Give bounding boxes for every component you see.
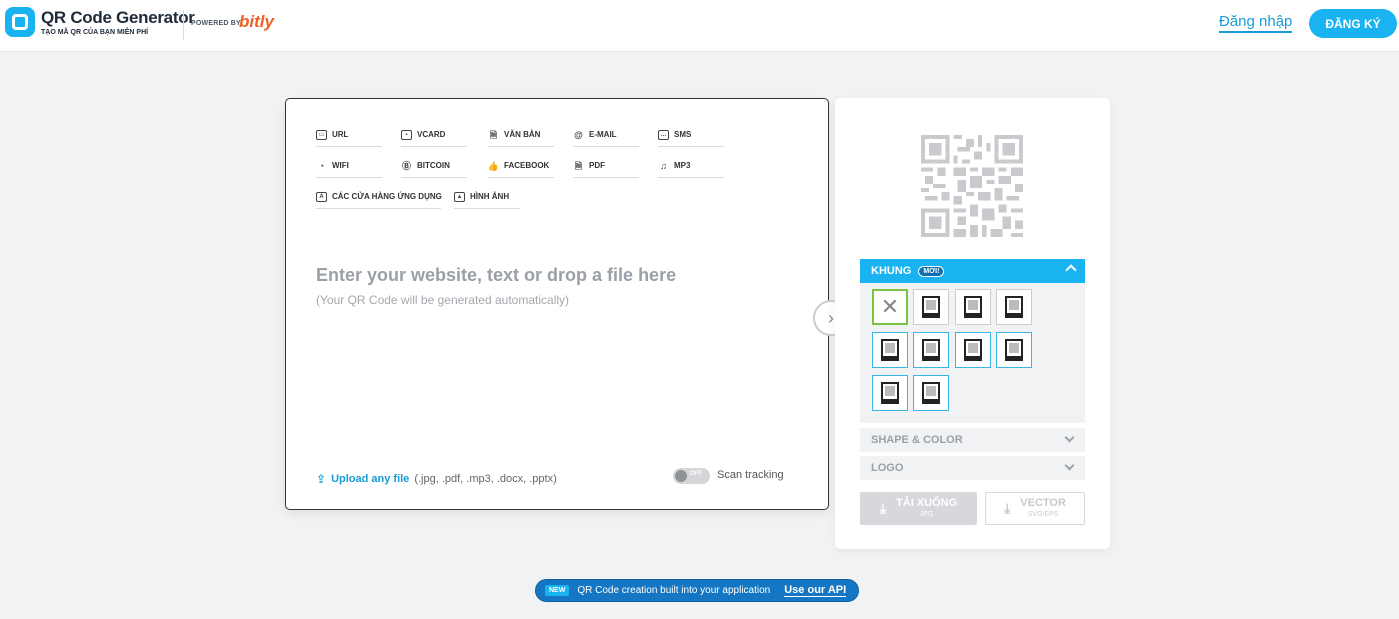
frame-thumbnail-icon: [964, 296, 982, 318]
brand-divider: [183, 10, 184, 40]
chevron-down-icon: [1064, 432, 1075, 443]
tab-sms[interactable]: … SMS: [658, 130, 724, 147]
frame-thumbnail-icon: [881, 339, 899, 361]
frame-thumbnail-icon: [1005, 339, 1023, 361]
top-navigation: QR Code Generator TẠO MÃ QR CỦA BẠN MIỄN…: [0, 0, 1399, 52]
input-heading[interactable]: Enter your website, text or drop a file …: [316, 265, 676, 286]
frame-option[interactable]: [955, 332, 991, 368]
pdf-icon: 🗎: [574, 161, 583, 171]
tab-images[interactable]: ▲ HÌNH ẢNH: [454, 192, 520, 209]
tab-app-stores[interactable]: A CÁC CỬA HÀNG ỨNG DỤNG: [316, 192, 442, 209]
powered-by-label: POWERED BY: [191, 20, 241, 27]
upload-icon: ⇪: [316, 472, 327, 486]
tab-bitcoin[interactable]: Ⓑ BITCOIN: [401, 161, 467, 178]
frame-option[interactable]: [996, 289, 1032, 325]
frame-section-header[interactable]: KHUNG MỚI!: [860, 259, 1085, 283]
api-message: QR Code creation built into your applica…: [577, 585, 771, 596]
frame-thumbnail-icon: [964, 339, 982, 361]
api-link[interactable]: Use our API: [784, 584, 847, 597]
upload-file-link[interactable]: ⇪ Upload any file (.jpg, .pdf, .mp3, .do…: [316, 472, 557, 486]
text-icon: 🗎: [489, 130, 498, 140]
frame-options: ✕: [860, 283, 1085, 423]
bitly-logo[interactable]: bitly: [239, 12, 274, 32]
vector-format: SVG/EPS: [1027, 510, 1059, 518]
sms-icon: …: [658, 130, 669, 140]
tab-vcard[interactable]: ▪ VCARD: [401, 130, 467, 147]
chevron-down-icon: [1064, 460, 1075, 471]
wifi-icon: ◔: [318, 161, 325, 171]
customize-panel: KHUNG MỚI! ✕ SHAPE & COLOR LOGO ⤓ TẢI XU…: [835, 98, 1110, 549]
frame-option[interactable]: [913, 332, 949, 368]
api-banner[interactable]: NEW QR Code creation built into your app…: [535, 579, 859, 602]
download-icon: ⤓: [879, 500, 887, 516]
frame-option[interactable]: [913, 375, 949, 411]
qr-preview: [921, 135, 1023, 237]
tab-url[interactable]: ▭ URL: [316, 130, 382, 147]
upload-label[interactable]: Upload any file: [331, 473, 409, 485]
shape-color-label: SHAPE & COLOR: [871, 434, 963, 446]
frame-thumbnail-icon: [922, 296, 940, 318]
download-format: JPG: [919, 510, 934, 518]
new-badge: MỚI!: [918, 265, 945, 277]
frame-thumbnail-icon: [881, 382, 899, 404]
logo-section[interactable]: LOGO: [860, 456, 1085, 480]
mp3-icon: ♫: [660, 161, 667, 171]
tab-wifi[interactable]: ◔ WIFI: [316, 161, 382, 178]
login-link[interactable]: Đăng nhập: [1219, 13, 1293, 33]
scan-tracking-toggle[interactable]: OFF: [673, 468, 710, 484]
app-store-icon: A: [316, 192, 327, 202]
frame-option[interactable]: [872, 332, 908, 368]
qr-logo-icon[interactable]: [5, 7, 35, 37]
download-label: TẢI XUỐNG: [896, 496, 958, 509]
tab-pdf[interactable]: 🗎 PDF: [573, 161, 639, 178]
email-icon: @: [574, 130, 583, 140]
upload-types: (.jpg, .pdf, .mp3, .docx, .pptx): [414, 473, 557, 485]
facebook-icon: 👍: [487, 161, 500, 171]
tab-facebook[interactable]: 👍 FACEBOOK: [488, 161, 554, 178]
toggle-knob: [675, 470, 687, 482]
toggle-state: OFF: [690, 471, 702, 477]
frame-label: KHUNG: [871, 265, 912, 277]
tab-text[interactable]: 🗎 VĂN BẢN: [488, 130, 554, 147]
qr-input-card: ▭ URL ▪ VCARD 🗎 VĂN BẢN @ E-MAIL … SMS ◔ WIFI …: [285, 98, 829, 510]
input-subheading: (Your QR Code will be generated automati…: [316, 293, 570, 307]
frame-option-none[interactable]: ✕: [872, 289, 908, 325]
tab-email[interactable]: @ E-MAIL: [573, 130, 639, 147]
vcard-icon: ▪: [401, 130, 412, 140]
frame-thumbnail-icon: [922, 382, 940, 404]
frame-option[interactable]: [872, 375, 908, 411]
download-jpg-button[interactable]: ⤓ TẢI XUỐNG JPG: [860, 492, 977, 525]
close-icon: ✕: [880, 294, 900, 319]
signup-button[interactable]: ĐĂNG KÝ: [1309, 9, 1397, 38]
brand-subtitle: TẠO MÃ QR CỦA BẠN MIỄN PHÍ: [41, 29, 149, 36]
image-icon: ▲: [454, 192, 465, 202]
vector-label: VECTOR: [1020, 496, 1066, 509]
chevron-up-icon: [1065, 264, 1077, 276]
bitcoin-icon: Ⓑ: [401, 161, 411, 171]
frame-option[interactable]: [996, 332, 1032, 368]
download-icon: ⤓: [1004, 500, 1011, 516]
frame-thumbnail-icon: [1005, 296, 1023, 318]
scan-tracking-label: Scan tracking: [717, 469, 784, 481]
url-icon: ▭: [316, 130, 327, 140]
new-badge: NEW: [545, 585, 570, 596]
shape-color-section[interactable]: SHAPE & COLOR: [860, 428, 1085, 452]
frame-option[interactable]: [913, 289, 949, 325]
frame-option[interactable]: [955, 289, 991, 325]
tab-mp3[interactable]: ♫ MP3: [658, 161, 724, 178]
brand-title[interactable]: QR Code Generator: [41, 8, 195, 28]
download-vector-button[interactable]: ⤓ VECTOR SVG/EPS: [985, 492, 1085, 525]
logo-label: LOGO: [871, 462, 904, 474]
frame-thumbnail-icon: [922, 339, 940, 361]
